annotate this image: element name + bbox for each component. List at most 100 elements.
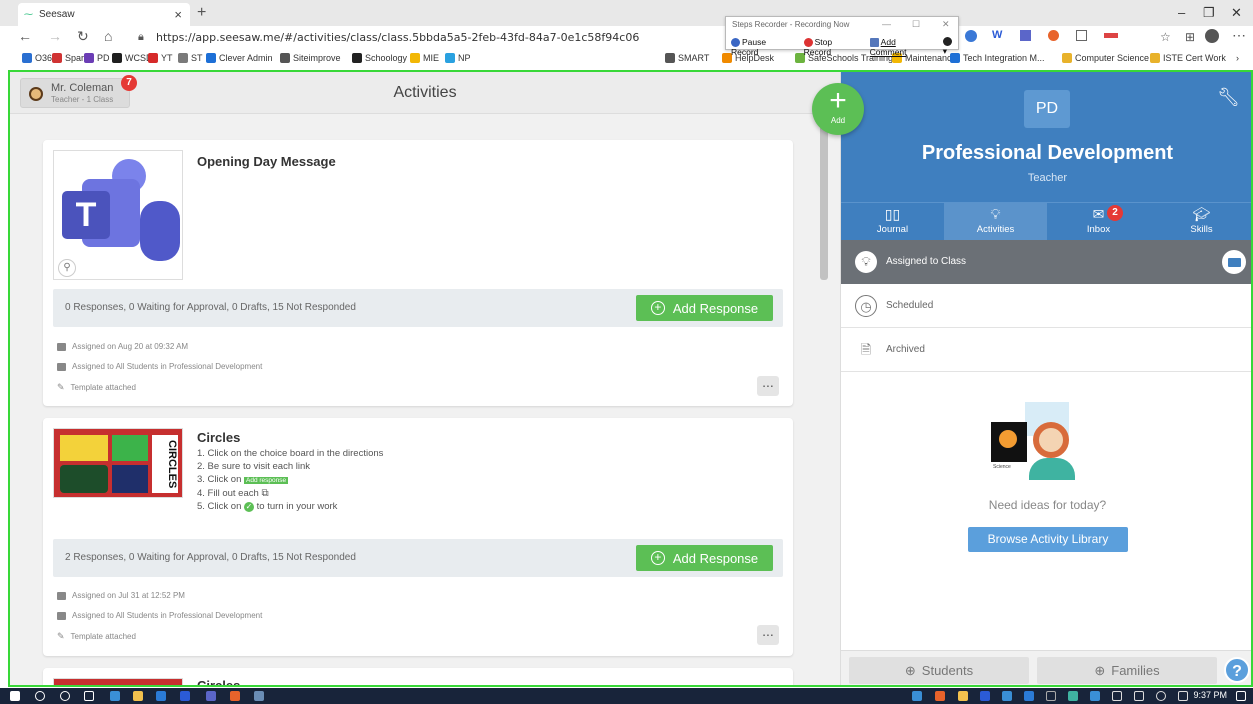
browse-activity-library-button[interactable]: Browse Activity Library [968,527,1128,552]
minimize-icon[interactable]: – [1178,5,1185,20]
tab-close-icon[interactable]: × [174,7,182,22]
filter-archived[interactable]: 🗎︎ Archived [841,328,1251,372]
more-options-button[interactable]: ... [757,375,779,396]
steps-close-icon[interactable]: ✕ [942,19,950,30]
steps-maximize-icon[interactable]: ☐ [912,19,920,30]
pen-icon[interactable] [1134,691,1144,701]
bulb-icon: 💡︎ [990,206,1001,222]
bookmarks-bar: O365 Spark PD WCSD YT ST Clever Admin Siteimpro… [0,50,1253,68]
bookmark-tech-integration-m[interactable]: Tech Integration M... [950,53,1045,63]
bookmark-siteimprove[interactable]: Siteimprove [280,53,341,63]
activity-feed[interactable]: T ⚲ Opening Day Message 0 Responses, 0 W… [10,115,840,685]
activity-title[interactable]: Circles [197,678,240,685]
wrench-icon[interactable]: 🔧︎ [1217,87,1240,108]
favorites-icon[interactable]: ☆ [1160,30,1171,44]
notification-center-icon[interactable] [1236,691,1246,701]
task-view-icon[interactable] [84,691,94,701]
feed-scrollbar[interactable] [820,120,828,280]
families-button[interactable]: ⊕ Families [1037,657,1217,684]
tab-inbox[interactable]: ✉ Inbox 2 [1047,203,1150,241]
steps-recorder-window: Steps Recorder - Recording Now — ☐ ✕ Pau… [725,16,959,57]
extension-icon[interactable] [965,30,977,42]
bookmark-wcsd[interactable]: WCSD [112,53,153,63]
word-extension-icon[interactable]: W [992,29,1002,41]
stop-record-button[interactable]: Stop Record [803,37,862,57]
onedrive-icon[interactable] [1002,691,1012,701]
taskbar-app-icon[interactable] [180,691,190,701]
add-comment-button[interactable]: Add Comment [869,37,935,57]
help-button[interactable]: ? [1224,657,1250,683]
bookmark-mie[interactable]: MIE [410,53,439,63]
url-field[interactable]: https://app.seesaw.me/#/activities/class… [156,31,639,44]
bookmark-st[interactable]: ST [178,53,203,63]
chrome-taskbar-icon[interactable] [230,691,240,701]
check-circle-icon: ✓ [244,502,254,512]
tray-icon[interactable] [1068,691,1078,701]
new-tab-button[interactable]: + [197,4,206,22]
windows-start-icon[interactable] [10,691,20,701]
taskbar-app-icon[interactable] [156,691,166,701]
bookmark-yt[interactable]: YT [148,53,173,63]
forward-icon[interactable]: → [48,28,62,44]
filter-assigned-to-class[interactable]: 💡︎ Assigned to Class [841,240,1251,284]
edge-icon[interactable] [110,691,120,701]
file-explorer-icon[interactable] [133,691,143,701]
tray-icon[interactable] [1178,691,1188,701]
students-button[interactable]: ⊕ Students [849,657,1029,684]
tray-icon[interactable] [935,691,945,701]
activity-title[interactable]: Circles [197,430,240,445]
home-icon[interactable]: ⌂ [104,28,112,44]
folder-icon[interactable] [1222,250,1246,274]
activity-thumbnail[interactable] [53,678,183,685]
bluetooth-icon[interactable] [1090,691,1100,701]
bookmark-iste-cert-work[interactable]: ISTE Cert Work [1150,53,1226,63]
search-icon[interactable] [35,691,45,701]
more-options-button[interactable]: ... [757,624,779,645]
bookmarks-overflow-icon[interactable]: › [1236,53,1239,63]
activity-thumbnail[interactable]: T ⚲ [53,150,183,280]
steps-minimize-icon[interactable]: — [882,19,891,29]
taskbar-app-icon[interactable] [254,691,264,701]
profile-avatar[interactable] [1205,29,1219,43]
network-icon[interactable] [1112,691,1122,701]
bookmark-pd[interactable]: PD [84,53,110,63]
bookmark-computer-science[interactable]: Computer Science [1062,53,1149,63]
help-dropdown-icon[interactable]: ▾ [942,36,958,57]
tray-icon[interactable] [980,691,990,701]
bookmark-schoology[interactable]: Schoology [352,53,407,63]
extension-icon[interactable] [1104,33,1118,38]
tray-icon[interactable] [1024,691,1034,701]
pause-record-button[interactable]: Pause Record [731,37,796,57]
extension-icon[interactable] [1076,30,1087,41]
tray-icon[interactable] [1046,691,1056,701]
inline-add-response-chip: Add response [244,477,289,484]
tray-icon[interactable] [912,691,922,701]
teams-taskbar-icon[interactable] [206,691,216,701]
bookmark-smart[interactable]: SMART [665,53,709,63]
tray-icon[interactable] [958,691,968,701]
bookmark-favicon-icon [280,53,290,63]
bookmark-np[interactable]: NP [445,53,471,63]
add-activity-button[interactable]: + Add [812,83,864,135]
tab-activities[interactable]: 💡︎ Activities [944,203,1047,241]
cortana-icon[interactable] [60,691,70,701]
taskbar-clock[interactable]: 9:37 PM [1193,690,1227,700]
refresh-icon[interactable]: ↻ [77,28,89,45]
back-icon[interactable]: ← [18,28,32,44]
add-response-button[interactable]: + Add Response [636,295,773,321]
bookmark-clever-admin[interactable]: Clever Admin [206,53,273,63]
browser-tab[interactable]: ⁓ Seesaw × [18,3,190,26]
extension-icon[interactable] [1048,30,1059,41]
settings-more-icon[interactable]: ⋯ [1232,27,1246,44]
activity-thumbnail[interactable]: CIRCLES [53,428,183,498]
activity-title[interactable]: Opening Day Message [197,154,336,169]
tab-journal[interactable]: ▯▯ Journal [841,203,944,241]
collections-icon[interactable]: ⊞ [1185,30,1195,44]
volume-icon[interactable] [1156,691,1166,701]
filter-scheduled[interactable]: ◷ Scheduled [841,284,1251,328]
close-window-icon[interactable]: ✕ [1231,5,1242,21]
tab-skills[interactable]: 🎓︎ Skills [1150,203,1251,241]
teams-extension-icon[interactable] [1020,30,1031,41]
add-response-button[interactable]: + Add Response [636,545,773,571]
restore-icon[interactable]: ❐ [1203,5,1215,21]
